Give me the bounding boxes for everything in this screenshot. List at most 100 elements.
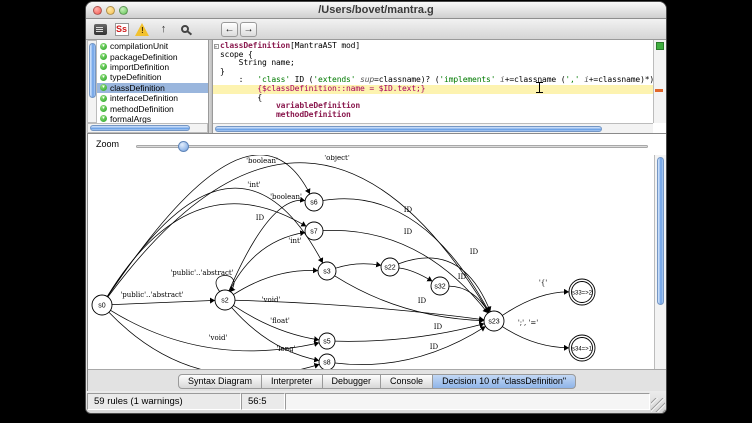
- diagram-state-s2[interactable]: s2: [215, 290, 235, 310]
- scrollbar-thumb[interactable]: [90, 125, 190, 131]
- find-button[interactable]: [176, 21, 193, 38]
- caret-position: 56:5: [241, 393, 285, 410]
- diagram-edge: [233, 270, 318, 294]
- code-line[interactable]: +classDefinition[MantraAST mod]: [220, 42, 653, 51]
- code-area[interactable]: +classDefinition[MantraAST mod]scope { S…: [213, 40, 653, 123]
- zoom-slider-thumb[interactable]: [178, 141, 189, 152]
- window-titlebar[interactable]: /Users/bovet/mantra.g: [86, 2, 666, 19]
- edge-label: 'void': [209, 334, 228, 342]
- state-label: s5: [323, 339, 331, 346]
- diagram-edge: [502, 292, 569, 316]
- state-label: s3: [323, 269, 331, 276]
- zoom-button[interactable]: [119, 6, 128, 15]
- diagram-edge: [335, 326, 486, 364]
- rule-name: compilationUnit: [110, 41, 168, 51]
- edge-label: 'object': [324, 155, 350, 162]
- syntax-coloring-button[interactable]: Ss: [113, 21, 130, 38]
- tab-interpreter[interactable]: Interpreter: [261, 374, 323, 389]
- mouse-cursor-ibeam: [536, 82, 543, 93]
- rules-count: 59 rules (1 warnings): [87, 393, 241, 410]
- rules-scrollbar-horizontal[interactable]: [87, 123, 208, 133]
- diagram-state-s33[interactable]: s33=>2: [569, 279, 595, 305]
- rules-scrollbar-vertical[interactable]: [87, 40, 97, 123]
- edge-label: ID: [418, 297, 427, 305]
- diagram-edge: [502, 327, 569, 348]
- edge-label: 'float': [270, 317, 290, 325]
- up-arrow-icon: ↑: [161, 23, 167, 35]
- sidebar-item-classDefinition[interactable]: classDefinition: [97, 83, 208, 93]
- scrollbar-thumb[interactable]: [215, 126, 602, 132]
- resize-grip[interactable]: [651, 398, 665, 412]
- sidebar-item-compilationUnit[interactable]: compilationUnit: [97, 41, 208, 51]
- diagram-state-s3[interactable]: s3: [318, 262, 336, 280]
- scrollbar-thumb[interactable]: [89, 43, 96, 98]
- console-button[interactable]: [92, 21, 109, 38]
- back-button[interactable]: ←: [221, 22, 238, 37]
- diagram-state-s22[interactable]: s22: [381, 258, 399, 276]
- rule-name: typeDefinition: [110, 72, 162, 82]
- state-label: s22: [384, 265, 395, 272]
- code-line[interactable]: + {$classDefinition::name = $ID.text;}: [213, 85, 653, 94]
- edge-label: ID: [458, 273, 467, 281]
- state-label: s33=>2: [572, 291, 593, 297]
- dfa-diagram[interactable]: 'public'..'abstract''public'..'abstract'…: [90, 155, 654, 369]
- syntax-ss-icon: Ss: [115, 23, 129, 36]
- sidebar-item-formalArgs[interactable]: formalArgs: [97, 114, 208, 123]
- tab-console[interactable]: Console: [380, 374, 433, 389]
- close-button[interactable]: [93, 6, 102, 15]
- diagram-edge: [399, 268, 432, 281]
- diagram-state-s6[interactable]: s6: [305, 193, 323, 211]
- tab-debugger[interactable]: Debugger: [322, 374, 382, 389]
- diagram-state-s34[interactable]: s34=>1: [569, 335, 595, 361]
- edge-label: ID: [256, 214, 265, 222]
- fold-marker-icon[interactable]: +: [214, 44, 219, 49]
- diagram-state-s5[interactable]: s5: [319, 333, 335, 349]
- sidebar-item-methodDefinition[interactable]: methodDefinition: [97, 103, 208, 113]
- editor-scrollbar-vertical[interactable]: [653, 40, 666, 123]
- export-button[interactable]: ↑: [155, 21, 172, 38]
- diagram-edge: [229, 200, 305, 291]
- diagram-state-s7[interactable]: s7: [305, 222, 323, 240]
- diagram-state-s8[interactable]: s8: [319, 354, 335, 369]
- diagram-edge: [107, 204, 306, 297]
- window-title: /Users/bovet/mantra.g: [86, 2, 666, 18]
- sidebar-item-packageDefinition[interactable]: packageDefinition: [97, 51, 208, 61]
- diagram-edge: [112, 300, 215, 304]
- edge-label: 'long': [276, 345, 295, 353]
- rule-icon: [100, 84, 107, 91]
- code-line[interactable]: String name;: [220, 59, 653, 68]
- diagram-state-s23[interactable]: s23: [484, 311, 504, 331]
- code-line[interactable]: methodDefinition: [220, 111, 653, 120]
- minimize-button[interactable]: [106, 6, 115, 15]
- tab-syntax-diagram[interactable]: Syntax Diagram: [178, 374, 262, 389]
- sidebar-item-interfaceDefinition[interactable]: interfaceDefinition: [97, 93, 208, 103]
- diagram-state-s32[interactable]: s32: [431, 277, 449, 295]
- diagram-edge: [335, 276, 484, 321]
- forward-button[interactable]: →: [240, 22, 257, 37]
- warning-marker-icon: [655, 89, 663, 92]
- state-label: s34=>1: [572, 347, 593, 353]
- window-controls: [93, 6, 128, 15]
- zoom-label: Zoom: [96, 139, 119, 149]
- toolbar: Ss ! ↑ ← →: [86, 19, 666, 40]
- diagram-state-s0[interactable]: s0: [92, 295, 112, 315]
- scrollbar-thumb[interactable]: [657, 157, 664, 305]
- edge-label: '{': [539, 279, 547, 287]
- rule-name: classDefinition: [110, 83, 165, 93]
- bottom-tabs: Syntax DiagramInterpreterDebuggerConsole…: [88, 369, 666, 392]
- rule-name: methodDefinition: [110, 104, 174, 114]
- decision-panel: Zoom 'public'..'abstract''public'..'abst…: [87, 133, 667, 393]
- diagram-edge: [323, 230, 488, 313]
- sidebar-item-typeDefinition[interactable]: typeDefinition: [97, 72, 208, 82]
- state-label: s32: [434, 284, 445, 291]
- diagram-scrollbar-vertical[interactable]: [654, 155, 666, 369]
- warnings-button[interactable]: !: [134, 21, 151, 38]
- statusbar: 59 rules (1 warnings) 56:5: [86, 391, 666, 413]
- tab-decision-10-of-classdefinition[interactable]: Decision 10 of "classDefinition": [432, 374, 576, 389]
- grammar-ok-indicator: [656, 42, 664, 50]
- grammar-editor[interactable]: +classDefinition[MantraAST mod]scope { S…: [213, 40, 666, 133]
- status-scrollbar-track[interactable]: [285, 393, 650, 410]
- sidebar-item-importDefinition[interactable]: importDefinition: [97, 62, 208, 72]
- editor-scrollbar-horizontal[interactable]: [213, 123, 653, 133]
- zoom-slider[interactable]: [136, 145, 648, 148]
